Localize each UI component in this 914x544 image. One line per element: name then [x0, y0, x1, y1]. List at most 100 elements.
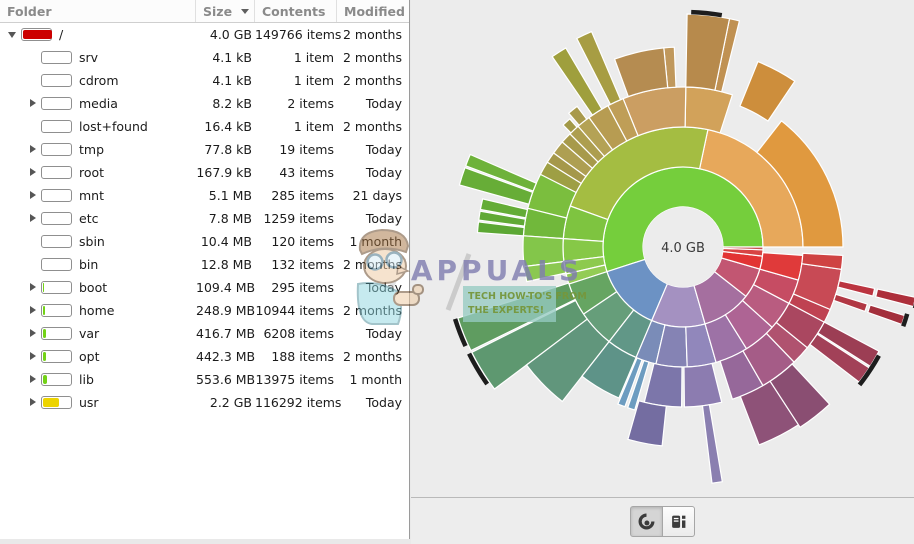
expander-icon[interactable] — [26, 120, 39, 133]
table-row[interactable]: var 416.7 MB 6208 items Today — [0, 322, 409, 345]
usage-bar — [41, 281, 72, 294]
table-row[interactable]: etc 7.8 MB 1259 items Today — [0, 207, 409, 230]
expander-icon[interactable] — [26, 327, 39, 340]
ring-segment[interactable] — [740, 62, 795, 121]
contents-cell: 6208 items — [255, 326, 337, 341]
chart-toolbar — [411, 497, 914, 544]
modified-cell: 2 months — [337, 119, 405, 134]
modified-cell: Today — [337, 326, 405, 341]
folder-cell: home — [0, 303, 196, 318]
folder-cell: / — [0, 27, 196, 42]
usage-bar — [41, 373, 72, 386]
modified-cell: 21 days — [337, 188, 405, 203]
folder-name: tmp — [79, 142, 104, 157]
size-cell: 12.8 MB — [196, 257, 255, 272]
expander-icon[interactable] — [26, 396, 39, 409]
folder-name: var — [79, 326, 99, 341]
modified-cell: 2 months — [337, 50, 405, 65]
treemap-chart-icon — [670, 513, 687, 530]
table-row[interactable]: opt 442.3 MB 188 items 2 months — [0, 345, 409, 368]
column-header-size-label: Size — [203, 4, 232, 19]
ring-segment[interactable] — [685, 87, 732, 133]
ring-segment[interactable] — [876, 289, 914, 307]
folder-name: home — [79, 303, 114, 318]
table-row[interactable]: media 8.2 kB 2 items Today — [0, 92, 409, 115]
table-row[interactable]: tmp 77.8 kB 19 items Today — [0, 138, 409, 161]
table-row[interactable]: lost+found 16.4 kB 1 item 2 months — [0, 115, 409, 138]
treemap-chart-button[interactable] — [662, 506, 695, 537]
expander-icon[interactable] — [6, 28, 19, 41]
table-row[interactable]: lib 553.6 MB 13975 items 1 month — [0, 368, 409, 391]
folder-cell: boot — [0, 280, 196, 295]
chart-panel: 4.0 GB — [411, 0, 914, 544]
rings-chart[interactable]: 4.0 GB — [411, 0, 914, 497]
contents-cell: 2 items — [255, 96, 337, 111]
expander-icon[interactable] — [26, 281, 39, 294]
usage-bar — [41, 166, 72, 179]
modified-cell: 2 months — [337, 257, 405, 272]
ring-segment[interactable] — [834, 294, 868, 311]
size-cell: 77.8 kB — [196, 142, 255, 157]
column-header-size[interactable]: Size — [196, 0, 255, 22]
table-header: Folder Size Contents Modified — [0, 0, 409, 23]
expander-icon[interactable] — [26, 74, 39, 87]
folder-name: usr — [79, 395, 99, 410]
contents-cell: 120 items — [255, 234, 337, 249]
expander-icon[interactable] — [26, 51, 39, 64]
usage-bar-fill — [43, 398, 59, 407]
size-cell: 4.0 GB — [196, 27, 255, 42]
ring-segment[interactable] — [868, 305, 905, 324]
folder-cell: usr — [0, 395, 196, 410]
rings-chart-button[interactable] — [630, 506, 663, 537]
expander-icon[interactable] — [26, 373, 39, 386]
table-row[interactable]: bin 12.8 MB 132 items 2 months — [0, 253, 409, 276]
table-row[interactable]: sbin 10.4 MB 120 items 1 month — [0, 230, 409, 253]
modified-cell: Today — [337, 142, 405, 157]
contents-cell: 10944 items — [255, 303, 337, 318]
expander-icon[interactable] — [26, 212, 39, 225]
expander-icon[interactable] — [26, 235, 39, 248]
ring-segment[interactable] — [703, 405, 723, 483]
contents-cell: 295 items — [255, 280, 337, 295]
table-row[interactable]: usr 2.2 GB 116292 items Today — [0, 391, 409, 414]
modified-cell: Today — [337, 96, 405, 111]
usage-bar-fill — [43, 375, 47, 384]
contents-cell: 1259 items — [255, 211, 337, 226]
ring-segment[interactable] — [838, 281, 875, 296]
ring-segment[interactable] — [684, 363, 722, 407]
expander-icon[interactable] — [26, 350, 39, 363]
column-header-contents[interactable]: Contents — [255, 0, 337, 22]
table-row[interactable]: cdrom 4.1 kB 1 item 2 months — [0, 69, 409, 92]
size-cell: 7.8 MB — [196, 211, 255, 226]
modified-cell: 2 months — [337, 73, 405, 88]
expander-icon[interactable] — [26, 143, 39, 156]
folder-cell: lost+found — [0, 119, 196, 134]
usage-bar — [41, 97, 72, 110]
contents-cell: 43 items — [255, 165, 337, 180]
folder-name: mnt — [79, 188, 104, 203]
table-row[interactable]: mnt 5.1 MB 285 items 21 days — [0, 184, 409, 207]
ring-segment[interactable] — [644, 363, 682, 407]
expander-icon[interactable] — [26, 189, 39, 202]
expander-icon[interactable] — [26, 258, 39, 271]
folder-tree-panel: Folder Size Contents Modified / 4.0 GB 1… — [0, 0, 410, 539]
table-row[interactable]: root 167.9 kB 43 items Today — [0, 161, 409, 184]
folder-name: / — [59, 27, 63, 42]
folder-cell: sbin — [0, 234, 196, 249]
expander-icon[interactable] — [26, 97, 39, 110]
table-row[interactable]: / 4.0 GB 149766 items 2 months — [0, 23, 409, 46]
column-header-folder[interactable]: Folder — [0, 0, 196, 22]
column-header-modified[interactable]: Modified — [337, 0, 405, 22]
modified-cell: Today — [337, 165, 405, 180]
contents-cell: 116292 items — [255, 395, 337, 410]
contents-cell: 1 item — [255, 50, 337, 65]
rings-chart-icon — [638, 513, 655, 530]
size-cell: 109.4 MB — [196, 280, 255, 295]
table-row[interactable]: home 248.9 MB 10944 items 2 months — [0, 299, 409, 322]
expander-icon[interactable] — [26, 304, 39, 317]
expander-icon[interactable] — [26, 166, 39, 179]
folder-name: lost+found — [79, 119, 148, 134]
table-row[interactable]: srv 4.1 kB 1 item 2 months — [0, 46, 409, 69]
contents-cell: 188 items — [255, 349, 337, 364]
table-row[interactable]: boot 109.4 MB 295 items Today — [0, 276, 409, 299]
